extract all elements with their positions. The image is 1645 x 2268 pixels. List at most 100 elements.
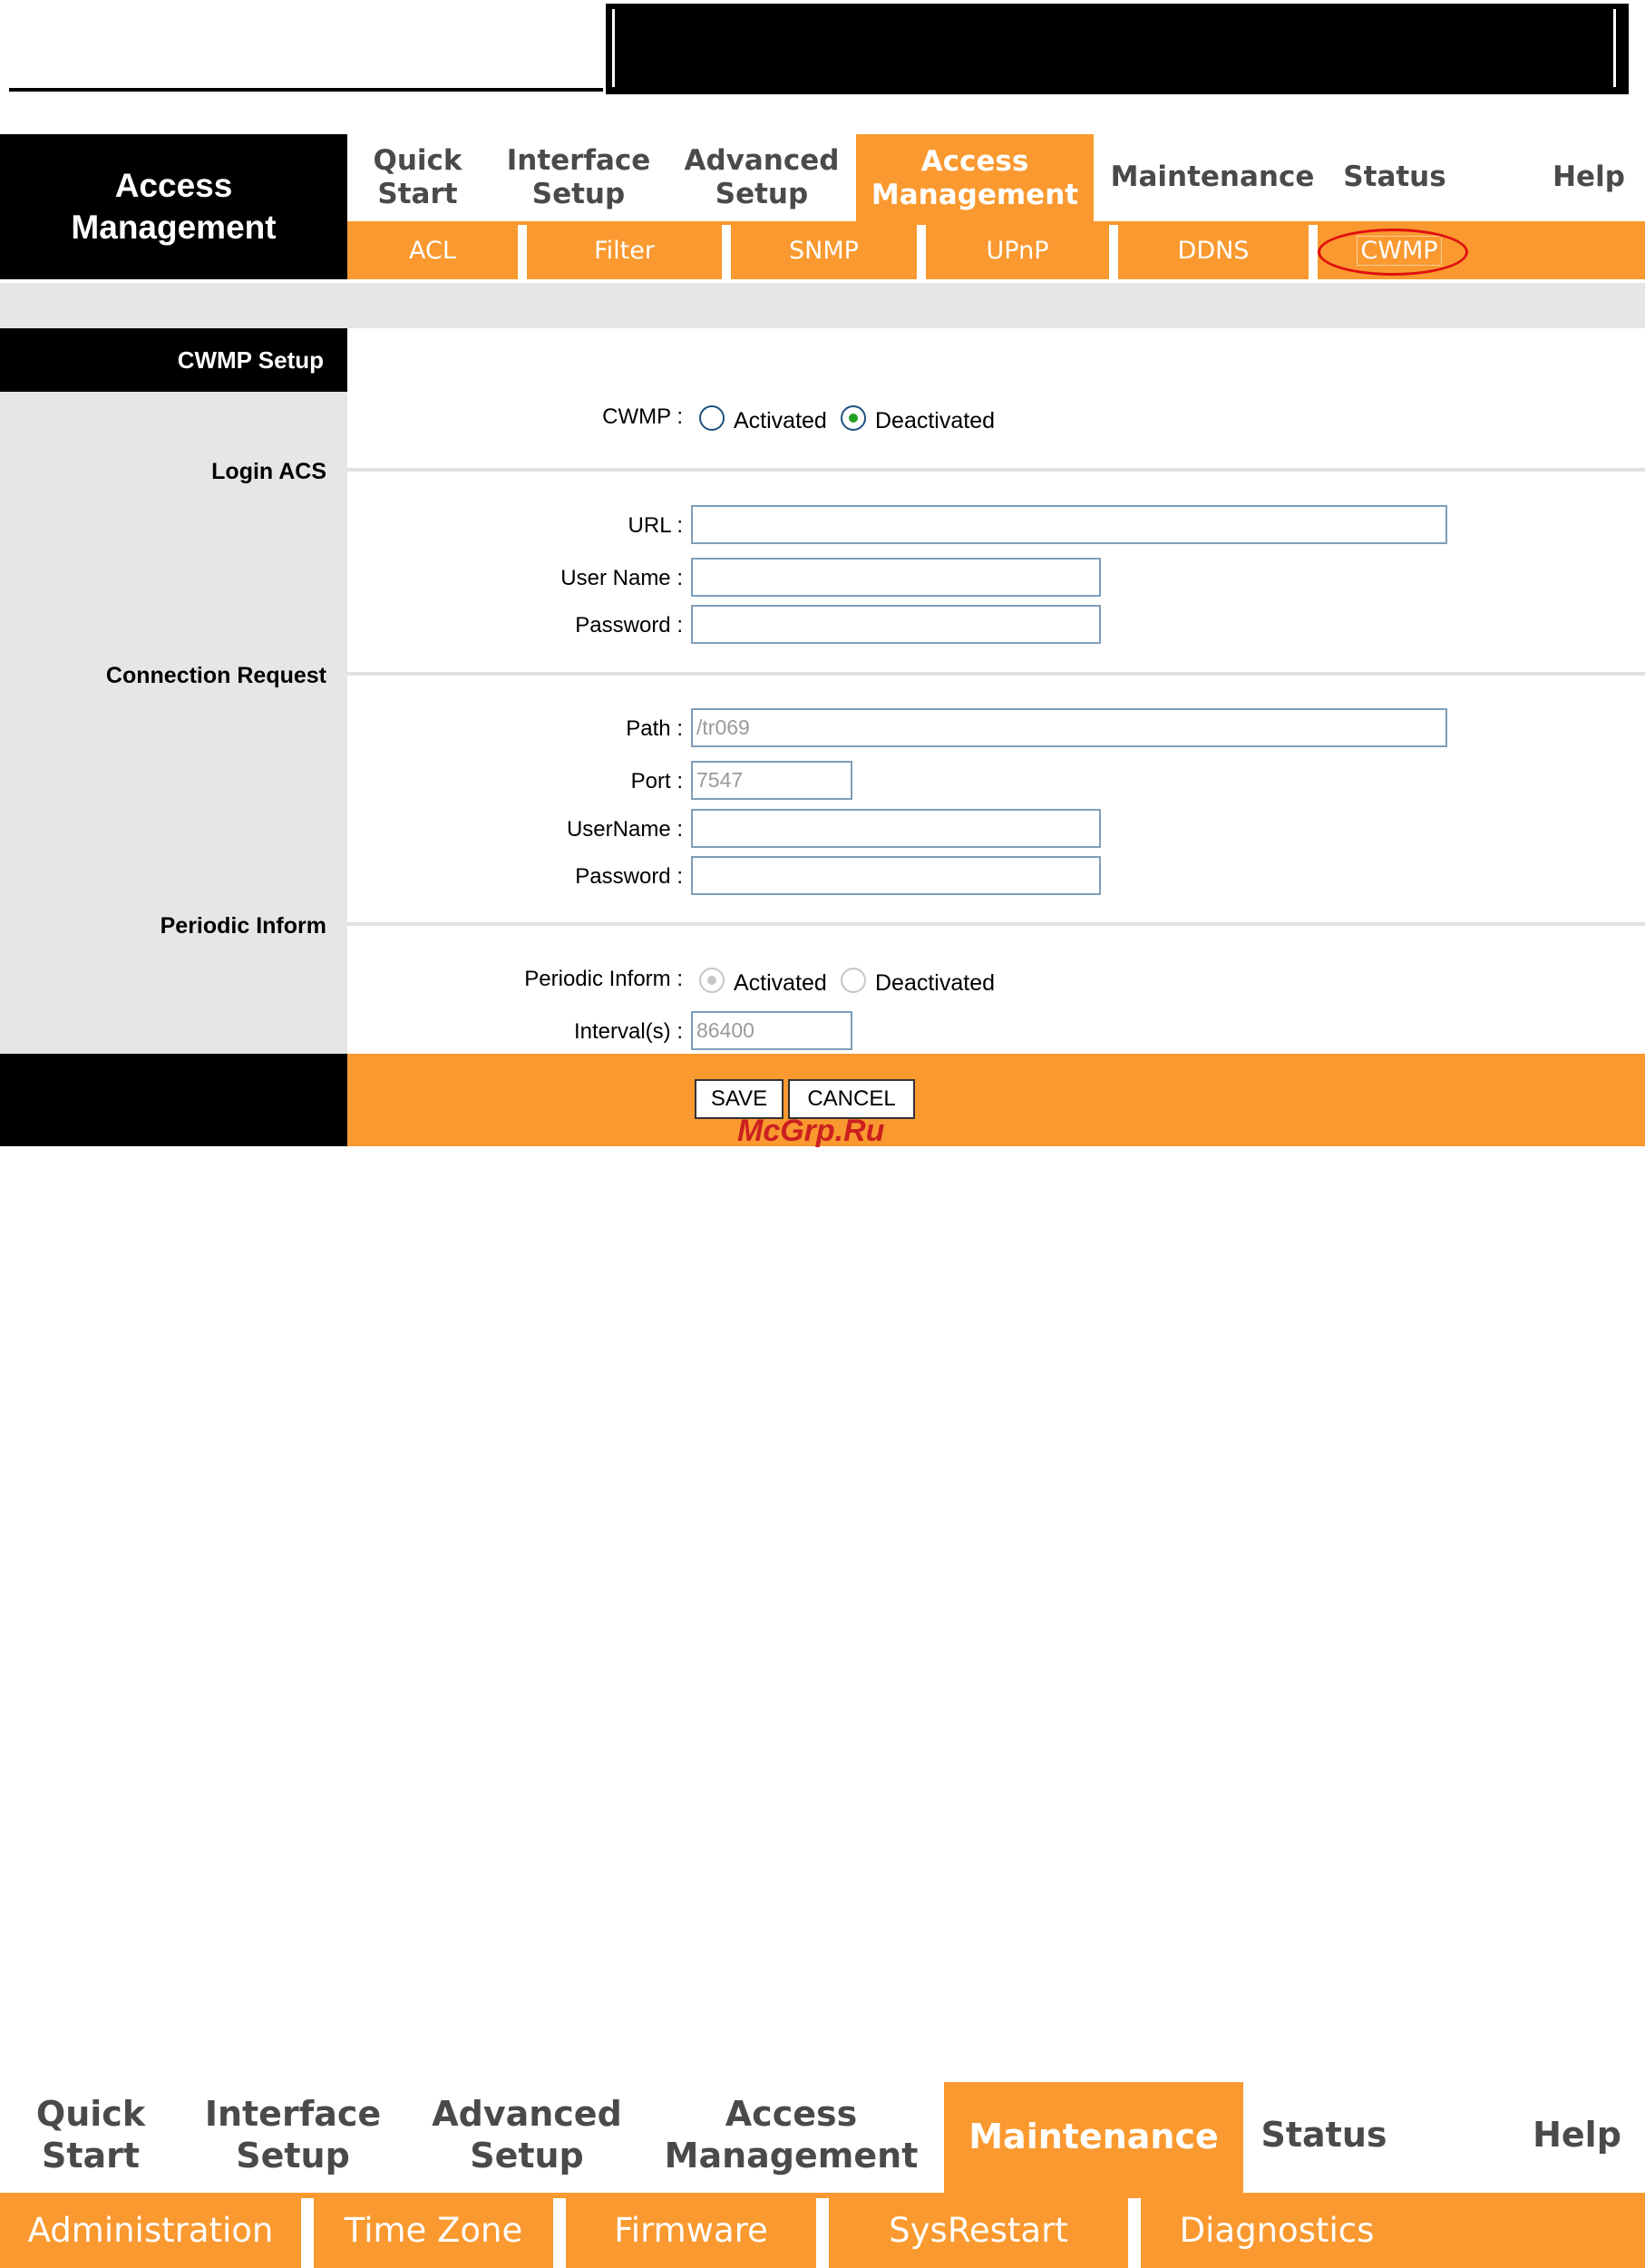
- path-input[interactable]: /tr069: [691, 708, 1447, 747]
- path-label: Path :: [626, 716, 683, 741]
- subtab-label: SysRestart: [889, 2211, 1068, 2250]
- tab-maintenance[interactable]: Maintenance: [1108, 136, 1317, 219]
- section-divider: [347, 922, 1645, 926]
- tab-label: Management: [871, 179, 1079, 211]
- subtab-label: SNMP: [789, 236, 859, 265]
- tab-label: Quick: [35, 2094, 146, 2135]
- periodic-inform-label: Periodic Inform :: [524, 967, 683, 991]
- subtab-label: UPnP: [986, 236, 1049, 265]
- subtab-label: Filter: [594, 236, 655, 265]
- port-label: Port :: [630, 769, 683, 793]
- tab-advanced-setup[interactable]: Advanced Setup: [424, 2086, 629, 2185]
- tab-interface-setup[interactable]: Interface Setup: [198, 2086, 388, 2185]
- acs-password-input[interactable]: [691, 605, 1101, 644]
- subtab-time-zone[interactable]: Time Zone: [314, 2193, 553, 2268]
- acs-username-label: User Name :: [560, 566, 683, 590]
- tab-label: Setup: [236, 2136, 350, 2176]
- header-rule: [9, 88, 603, 92]
- content-top-strip: [0, 283, 1645, 328]
- tab-advanced-setup[interactable]: Advanced Setup: [676, 136, 848, 219]
- tab-label: Access: [920, 144, 1029, 178]
- subtab-label: Diagnostics: [1179, 2211, 1375, 2250]
- tab-label: Interface: [204, 2094, 382, 2135]
- tab-help[interactable]: Help: [1533, 136, 1645, 219]
- port-input[interactable]: 7547: [691, 761, 852, 800]
- cwmp-activated-radio[interactable]: [699, 405, 725, 431]
- url-input[interactable]: [691, 505, 1447, 544]
- cr-password-label: Password :: [575, 864, 683, 889]
- tab-label: Help: [1533, 2115, 1621, 2156]
- tab-label: Advanced: [684, 143, 840, 177]
- tab-label: Access: [725, 2094, 858, 2135]
- tab-label: Setup: [470, 2136, 584, 2176]
- subtab-firmware[interactable]: Firmware: [566, 2193, 816, 2268]
- tab-label: Management: [664, 2136, 919, 2176]
- subtab-divider: [816, 2198, 829, 2268]
- subtab-label: DDNS: [1177, 236, 1250, 265]
- subtab-label: Firmware: [614, 2211, 768, 2250]
- cwmp-setup-heading: CWMP Setup: [0, 328, 347, 392]
- tab-label: Advanced: [432, 2094, 622, 2135]
- tab-label: Status: [1261, 2115, 1387, 2156]
- login-acs-heading: Login ACS: [211, 459, 326, 484]
- subtab-label: Time Zone: [344, 2211, 523, 2250]
- header-banner: [606, 4, 1629, 94]
- tab-status[interactable]: Status: [1256, 2086, 1392, 2185]
- subtab-diagnostics[interactable]: Diagnostics: [1141, 2193, 1413, 2268]
- section-title: Access Management: [0, 134, 347, 279]
- cwmp-deactivated-radio[interactable]: [841, 405, 866, 431]
- connection-request-heading: Connection Request: [105, 663, 326, 688]
- tab-label: Maintenance: [1110, 161, 1315, 194]
- tab-help[interactable]: Help: [1509, 2086, 1645, 2185]
- cwmp-deactivated-label: Deactivated: [875, 408, 996, 433]
- interval-input[interactable]: 86400: [691, 1011, 852, 1050]
- tab-label: Interface: [506, 143, 651, 177]
- tab-label: Start: [377, 178, 458, 210]
- subtab-ddns[interactable]: DDNS: [1118, 221, 1309, 279]
- tab-label: Setup: [531, 178, 626, 210]
- subtab-divider: [301, 2198, 314, 2268]
- subtab-filter[interactable]: Filter: [527, 221, 722, 279]
- url-label: URL :: [628, 513, 683, 538]
- subtab-label: Administration: [27, 2211, 274, 2250]
- tab-maintenance[interactable]: Maintenance: [944, 2082, 1243, 2193]
- section-title-line: Access: [114, 166, 233, 204]
- subtab-sysrestart[interactable]: SysRestart: [829, 2193, 1128, 2268]
- header-banner-divider: [612, 9, 615, 87]
- subtab-divider: [722, 225, 731, 279]
- tab-access-management[interactable]: Access Management: [856, 134, 1094, 223]
- subtab-acl[interactable]: ACL: [347, 221, 518, 279]
- tab-status[interactable]: Status: [1331, 136, 1458, 219]
- subtab-divider: [1128, 2198, 1141, 2268]
- tab-quick-start[interactable]: Quick Start: [18, 2086, 163, 2185]
- section-title-line: Management: [71, 209, 277, 246]
- footer-left: [0, 1054, 347, 1146]
- tab-label: Help: [1553, 161, 1625, 194]
- cr-username-label: UserName :: [566, 817, 683, 842]
- subtab-divider: [553, 2198, 566, 2268]
- subtab-snmp[interactable]: SNMP: [731, 221, 917, 279]
- cr-password-input[interactable]: [691, 856, 1101, 895]
- interval-label: Interval(s) :: [573, 1019, 683, 1044]
- tab-quick-start[interactable]: Quick Start: [347, 136, 488, 219]
- tab-label: Status: [1343, 161, 1446, 194]
- tab-label: Setup: [715, 178, 809, 210]
- acs-password-label: Password :: [575, 613, 683, 638]
- tab-access-management[interactable]: Access Management: [662, 2086, 920, 2185]
- cwmp-label: CWMP :: [602, 404, 683, 429]
- acs-username-input[interactable]: [691, 558, 1101, 597]
- section-divider: [347, 468, 1645, 472]
- tab-label: Maintenance: [969, 2117, 1219, 2157]
- cr-username-input[interactable]: [691, 809, 1101, 848]
- subtab-upnp[interactable]: UPnP: [926, 221, 1109, 279]
- tab-interface-setup[interactable]: Interface Setup: [501, 136, 656, 219]
- subtab-divider: [1309, 225, 1318, 279]
- periodic-deactivated-radio[interactable]: [841, 968, 866, 993]
- subtab-administration[interactable]: Administration: [0, 2193, 301, 2268]
- subtab-divider: [1109, 225, 1118, 279]
- watermark: McGrp.Ru: [737, 1114, 885, 1148]
- periodic-activated-radio[interactable]: [699, 968, 725, 993]
- periodic-activated-label: Activated: [734, 970, 827, 996]
- sidebar: [0, 328, 347, 1054]
- periodic-deactivated-label: Deactivated: [875, 970, 996, 996]
